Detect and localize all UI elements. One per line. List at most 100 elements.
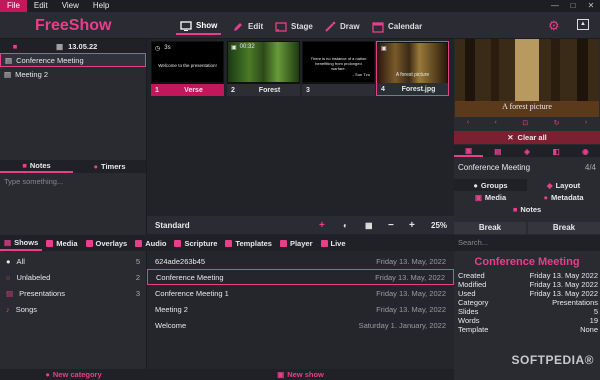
menu-view[interactable]: View xyxy=(55,0,86,12)
show-tabs: ● Groups ◆ Layout xyxy=(454,179,600,191)
output-window-icon[interactable]: ▲ xyxy=(577,19,589,30)
category-item[interactable]: ○ Unlabeled 2 xyxy=(0,269,146,285)
clear-all-button[interactable]: ✕ Clear all xyxy=(454,131,600,144)
tab-scripture[interactable]: Scripture xyxy=(170,235,221,251)
tab-stage-label: Stage xyxy=(291,22,313,31)
slide-thumbnail[interactable]: ◷ 3s Welcome to the presentation! 1 Verse xyxy=(151,41,224,96)
grid-icon[interactable]: ▦ xyxy=(365,221,373,230)
info-row: Template None xyxy=(458,325,598,334)
draw-icon xyxy=(325,21,336,32)
show-row[interactable]: Conference Meeting 1 Friday 13. May, 2022 xyxy=(147,285,454,301)
info-key: Used xyxy=(458,289,476,298)
notes-tabs: ■ Notes ● Timers xyxy=(0,160,146,173)
info-row: Words 19 xyxy=(458,316,598,325)
gear-icon[interactable]: ⚙ xyxy=(548,18,560,34)
tab-templates-label: Templates xyxy=(235,238,272,248)
category-label: Presentations xyxy=(19,288,65,298)
tab-stage[interactable]: Stage xyxy=(271,18,317,35)
media-icon: ▣ xyxy=(474,192,482,202)
slide-number: 3 xyxy=(306,86,310,94)
tab-timers[interactable]: ● Timers xyxy=(73,160,146,173)
cast-icon xyxy=(275,21,287,32)
zoom-out-button[interactable]: − xyxy=(388,220,394,231)
text-icon[interactable]: ▤ xyxy=(483,145,512,157)
layout-name[interactable]: Standard xyxy=(155,221,190,230)
info-key: Slides xyxy=(458,307,479,316)
background-icon[interactable]: ▣ xyxy=(454,145,484,157)
tab-edit[interactable]: Edit xyxy=(228,18,267,35)
tab-calendar[interactable]: Calendar xyxy=(368,18,426,35)
tab-audio[interactable]: Audio xyxy=(131,235,170,251)
info-value: Friday 13. May 2022 xyxy=(529,271,598,280)
show-row[interactable]: 624ade263b45 Friday 13. May, 2022 xyxy=(147,253,454,269)
search-input[interactable]: Search... xyxy=(454,235,600,251)
show-row[interactable]: Meeting 2 Friday 13. May, 2022 xyxy=(147,301,454,317)
slide-preview: There is no instance of a nation benefit… xyxy=(303,42,374,82)
show-row[interactable]: Conference Meeting Friday 13. May, 2022 xyxy=(147,269,454,285)
book-icon xyxy=(174,239,182,247)
tab-overlays[interactable]: Overlays xyxy=(82,235,132,251)
slide-thumbnail[interactable]: ▣ 00:32 2 Forest xyxy=(227,41,300,96)
tab-groups[interactable]: ● Groups xyxy=(454,179,527,191)
show-info-panel: Search... Conference Meeting Created Frid… xyxy=(454,235,600,380)
tab-notes[interactable]: ■ Notes xyxy=(0,160,73,173)
show-row[interactable]: Welcome Saturday 1. January, 2022 xyxy=(147,317,454,333)
category-item[interactable]: ● All 5 xyxy=(0,253,146,269)
tab-shows[interactable]: ▤ Shows xyxy=(0,235,43,251)
tab-media[interactable]: ▣ Media xyxy=(454,191,527,203)
show-name: Meeting 2 xyxy=(155,304,188,314)
tab-draw-label: Draw xyxy=(340,22,360,31)
tab-metadata[interactable]: ● Metadata xyxy=(527,191,600,203)
softpedia-watermark: SOFTPEDIA® xyxy=(511,353,594,367)
info-value: 5 xyxy=(593,307,598,316)
overlay-icon[interactable]: ◈ xyxy=(512,145,541,157)
project-item[interactable]: ▤ Meeting 2 xyxy=(0,67,146,81)
minimize-button[interactable]: — xyxy=(546,0,564,12)
break-button[interactable]: Break xyxy=(454,222,526,234)
break-button[interactable]: Break xyxy=(528,222,600,234)
toggle-icon[interactable]: ◐ xyxy=(343,221,348,230)
prev-slide-icon[interactable]: ‹ xyxy=(495,119,497,130)
tab-live[interactable]: Live xyxy=(317,235,350,251)
new-category-button[interactable]: ● New category xyxy=(0,369,147,380)
notes-input[interactable]: Type something... xyxy=(4,177,63,186)
new-show-button[interactable]: ▣ New show xyxy=(147,369,454,380)
output-preview: A forest picture xyxy=(455,39,599,117)
top-bar: FreeShow Show Edit Stage Draw Calendar ⚙… xyxy=(0,12,600,39)
category-item[interactable]: ▤ Presentations 3 xyxy=(0,285,146,301)
next-slide-icon[interactable]: › xyxy=(585,119,587,130)
tab-templates[interactable]: Templates xyxy=(221,235,276,251)
tab-show[interactable]: Show xyxy=(176,18,222,35)
lock-icon[interactable]: ⊡ xyxy=(522,119,528,130)
tab-layout[interactable]: ◆ Layout xyxy=(527,179,600,191)
tab-draw[interactable]: Draw xyxy=(320,18,364,35)
prev-icon[interactable]: ‹ xyxy=(467,119,469,130)
show-tabs-3: ■ Notes xyxy=(454,203,600,215)
slide-label: Verse xyxy=(184,86,203,94)
slide-thumbnail[interactable]: There is no instance of a nation benefit… xyxy=(302,41,375,96)
audio-icon[interactable]: ◉ xyxy=(571,145,600,157)
zoom-in-button[interactable]: + xyxy=(409,220,415,231)
menu-file[interactable]: File xyxy=(0,0,27,12)
slide-thumbnail[interactable]: ▣ A forest picture 4 Forest.jpg xyxy=(376,41,449,96)
add-layout-button[interactable]: + xyxy=(319,220,325,231)
folder-icon[interactable]: ■ xyxy=(0,42,30,51)
category-item[interactable]: ♪ Songs xyxy=(0,301,146,317)
project-item-label: Conference Meeting xyxy=(16,55,84,65)
tab-player[interactable]: Player xyxy=(276,235,317,251)
menu-edit[interactable]: Edit xyxy=(27,0,55,12)
tab-notes-right[interactable]: ■ Notes xyxy=(454,203,600,215)
layers-icon[interactable]: ◧ xyxy=(542,145,571,157)
close-window-button[interactable]: ✕ xyxy=(582,0,600,12)
tab-scripture-label: Scripture xyxy=(184,238,218,248)
plus-circle-icon: ● xyxy=(45,370,50,379)
menu-help[interactable]: Help xyxy=(86,0,116,12)
tab-media-drawer[interactable]: Media xyxy=(42,235,81,251)
project-item[interactable]: ▤ Conference Meeting xyxy=(0,53,146,67)
preview-controls: ‹ ‹ ⊡ ↻ › xyxy=(454,119,600,130)
circle-icon: ○ xyxy=(6,272,11,282)
show-name: Conference Meeting 1 xyxy=(155,288,229,298)
info-row: Used Friday 13. May 2022 xyxy=(458,289,598,298)
maximize-button[interactable]: □ xyxy=(564,0,582,12)
refresh-icon[interactable]: ↻ xyxy=(554,119,560,130)
